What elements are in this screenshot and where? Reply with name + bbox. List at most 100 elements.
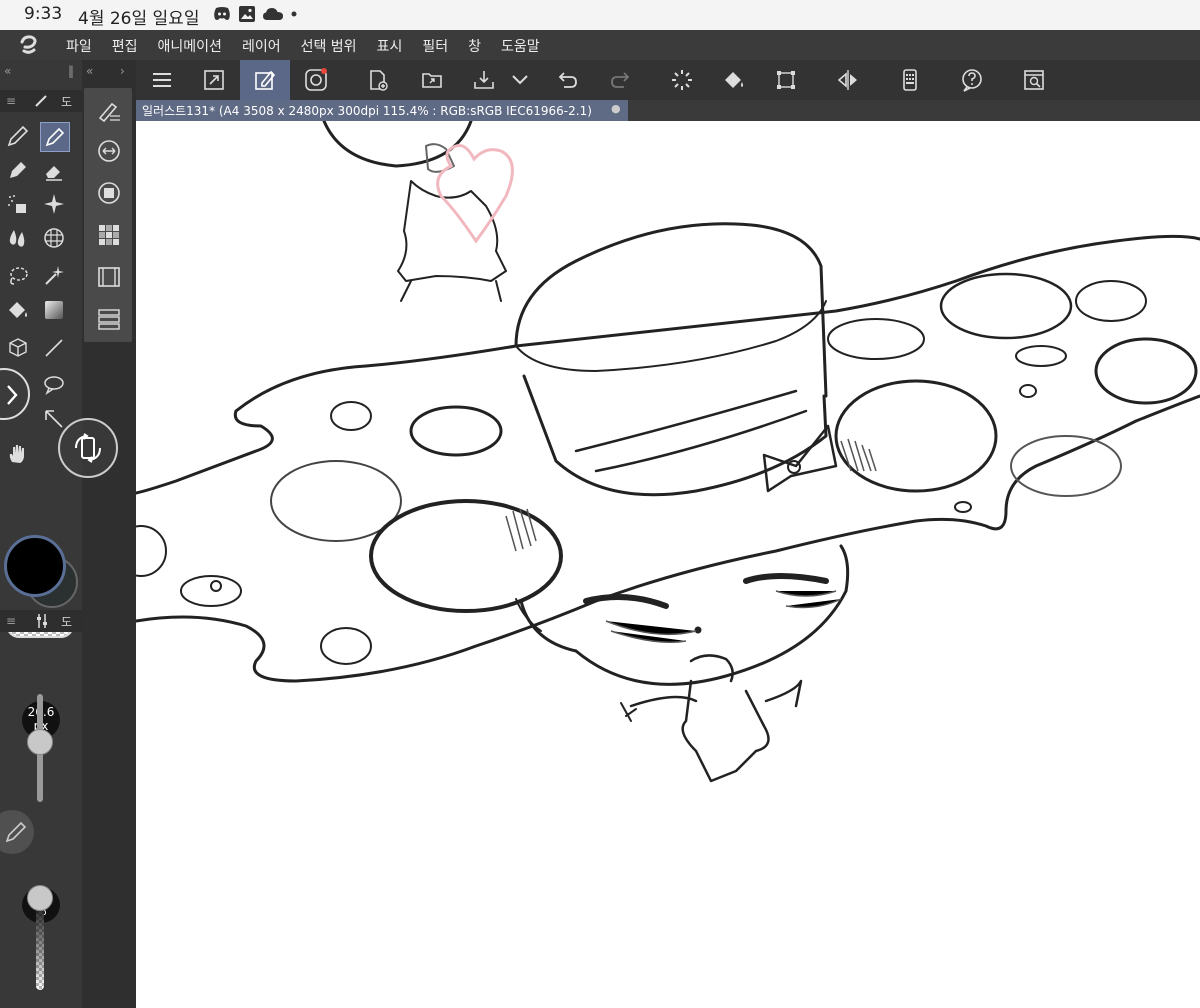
pencil-icon [45, 127, 65, 147]
save-options-dropdown[interactable] [504, 64, 536, 96]
edge-expand-button[interactable] [0, 368, 30, 420]
pen-tool[interactable] [4, 122, 32, 150]
clip-studio-logo-icon[interactable] [18, 34, 40, 56]
tab-modified-dot-icon[interactable]: ● [611, 102, 621, 115]
menu-edit[interactable]: 편집 [112, 36, 138, 56]
menu-filter[interactable]: 필터 [422, 36, 448, 56]
ruler-grid-tool[interactable] [40, 224, 68, 252]
decoration-tool[interactable] [40, 190, 68, 218]
menu-help[interactable]: 도움말 [501, 36, 540, 56]
menu-layer[interactable]: 레이어 [242, 36, 281, 56]
menu-view[interactable]: 표시 [377, 36, 403, 56]
hamburger-icon [153, 73, 171, 87]
pen-preview-icon [5, 821, 27, 843]
main-menu-button[interactable] [146, 64, 178, 96]
operation-tool[interactable] [4, 334, 32, 362]
brush-preview-button[interactable] [0, 810, 34, 854]
open-file-button[interactable] [416, 64, 448, 96]
expand-icon [204, 70, 224, 90]
auto-select-tool[interactable] [40, 262, 68, 290]
companion-button[interactable] [300, 64, 332, 96]
menu-animation[interactable]: 애니메이션 [158, 36, 222, 56]
lasso-icon [10, 267, 28, 285]
redo-icon [611, 72, 630, 88]
transform-button[interactable] [770, 64, 802, 96]
main-color-swatch[interactable] [4, 535, 66, 597]
document-tab[interactable]: 일러스트131* (A4 3508 x 2480px 300dpi 115.4%… [136, 100, 628, 121]
dot-icon [291, 11, 297, 17]
sliders-tab-icon[interactable] [34, 613, 50, 629]
panel-grip-icon[interactable]: ‖ [68, 64, 74, 78]
pencil-square-icon [255, 70, 276, 90]
lasso-tool[interactable] [4, 262, 32, 290]
gradient-tool[interactable] [40, 296, 68, 324]
fill-selection-button[interactable] [718, 64, 750, 96]
discord-icon [214, 7, 230, 20]
rotate-device-icon [75, 433, 101, 463]
gradient-icon [45, 301, 63, 319]
pencil-tool[interactable] [40, 122, 70, 152]
bucket-icon [725, 72, 743, 88]
figure-tool[interactable] [40, 334, 68, 362]
layer-list-icon[interactable] [96, 306, 122, 332]
cloud-icon [263, 8, 283, 20]
undo-icon [558, 72, 577, 88]
menu-selection[interactable]: 선택 범위 [301, 36, 357, 56]
help-button[interactable] [956, 64, 988, 96]
blend-drops-icon [9, 230, 25, 247]
balloon-tool[interactable] [40, 370, 68, 398]
redo-button[interactable] [604, 64, 636, 96]
color-set-icon[interactable] [96, 222, 122, 248]
edge-keyboard-button[interactable] [894, 64, 926, 96]
undo-button[interactable] [552, 64, 584, 96]
color-circle-icon[interactable] [96, 180, 122, 206]
eraser-tool[interactable] [40, 156, 68, 184]
speech-balloon-icon [44, 376, 64, 395]
tab-bar [628, 100, 1200, 121]
menu-window[interactable]: 창 [468, 36, 481, 56]
collapse-left-icon[interactable]: « [86, 64, 93, 78]
fill-tool[interactable] [4, 296, 32, 324]
status-date: 4월 26일 일요일 [78, 9, 200, 29]
blend-tool[interactable] [4, 224, 32, 252]
brush-tab-icon[interactable] [34, 94, 50, 108]
window-search-icon [1024, 70, 1044, 90]
status-bar: 9:33 4월 26일 일요일 [0, 0, 1200, 30]
brush-size-knob[interactable] [27, 729, 53, 755]
flip-horizontal-button[interactable] [832, 64, 864, 96]
loading-toggle-button[interactable] [666, 64, 698, 96]
search-window-button[interactable] [1018, 64, 1050, 96]
expand-right-icon[interactable]: › [120, 64, 125, 78]
image-icon [239, 6, 255, 22]
drawing-canvas[interactable] [136, 121, 1200, 1008]
folder-icon [422, 73, 442, 88]
collapse-left-icon[interactable]: « [4, 64, 11, 78]
timeline-film-icon[interactable] [96, 264, 122, 290]
save-tray-icon [474, 71, 494, 89]
panel-menu-icon[interactable]: ≡ [6, 94, 16, 108]
phone-keypad-icon [903, 69, 917, 91]
command-bar [136, 60, 1200, 100]
tool-panel: « ‖ ≡ 도 ≡ 도 [0, 60, 82, 1008]
fit-screen-button[interactable] [198, 64, 230, 96]
rotate-canvas-button[interactable] [58, 418, 118, 478]
sub-tab-label[interactable]: 도 [61, 613, 72, 630]
airbrush-icon [8, 195, 26, 213]
sparkle-icon [44, 194, 64, 214]
sub-tool-brush-icon[interactable] [96, 98, 122, 124]
new-file-button[interactable] [362, 64, 394, 96]
tool-panel-header: ≡ 도 [0, 90, 82, 112]
marker-tool[interactable] [4, 156, 32, 184]
status-time: 9:33 [24, 4, 63, 24]
brush-opacity-knob[interactable] [27, 885, 53, 911]
save-button[interactable] [468, 64, 500, 96]
menu-file[interactable]: 파일 [66, 36, 92, 56]
pen-icon [7, 125, 29, 147]
edit-mode-button[interactable] [240, 60, 290, 100]
airbrush-tool[interactable] [4, 190, 32, 218]
object-cube-icon [9, 338, 27, 357]
tool-tab-label[interactable]: 도 [61, 93, 72, 110]
navigator-icon[interactable] [96, 138, 122, 164]
hand-tool[interactable] [4, 440, 32, 468]
panel-menu-icon[interactable]: ≡ [6, 614, 16, 628]
